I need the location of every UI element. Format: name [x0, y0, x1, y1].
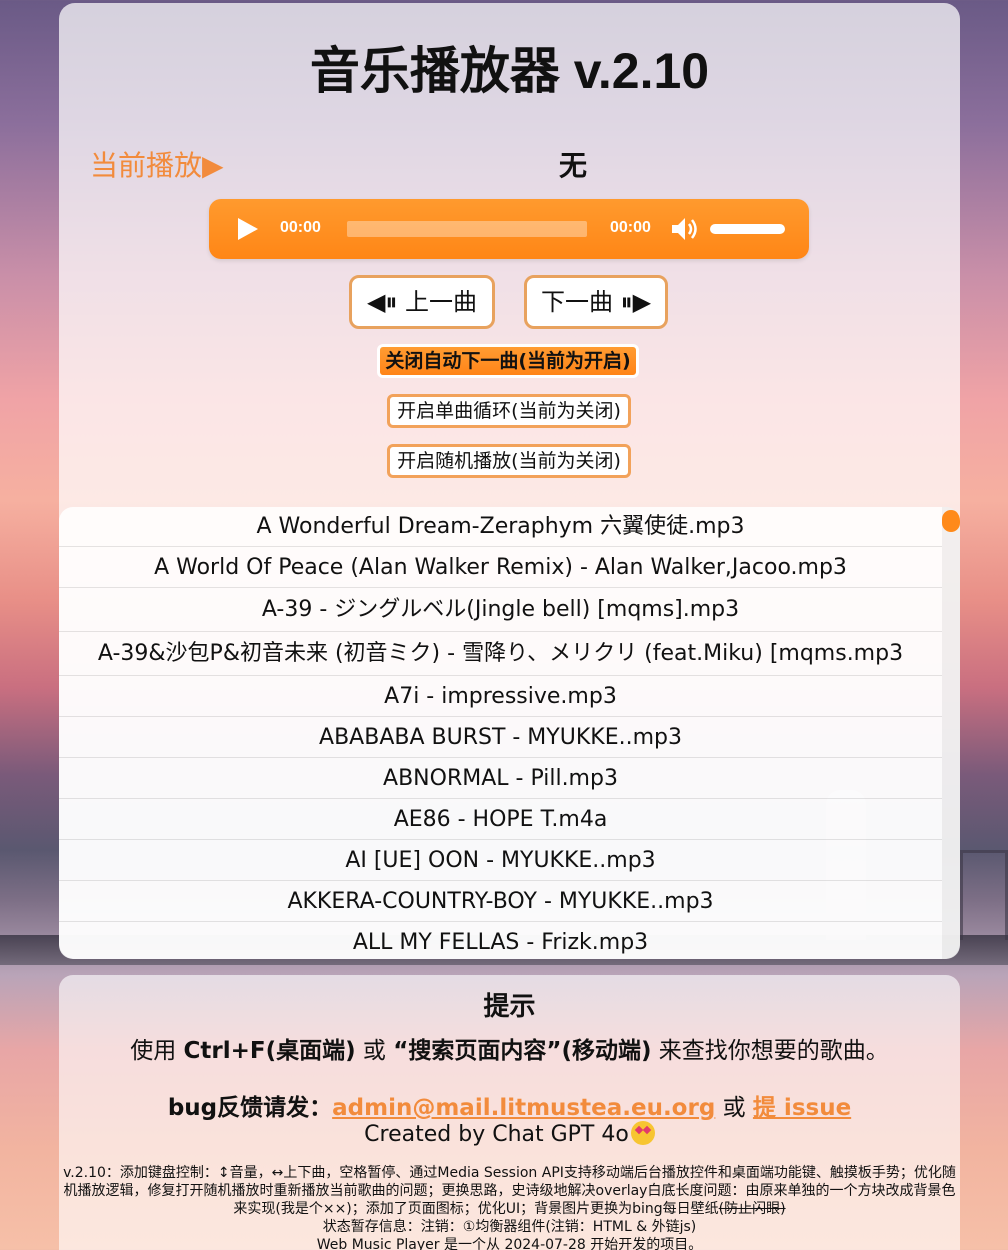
changelog-text: v.2.10：添加键盘控制：↕音量，↔上下曲，空格暂停、通过Media Sess… — [63, 1165, 956, 1217]
tips-card: 提示 使用 Ctrl+F(桌面端) 或 “搜索页面内容”(移动端) 来查找你想要… — [59, 975, 960, 1250]
changelog-strike: (防止闪眼) — [718, 1201, 786, 1217]
credits: Created by Chat GPT 4o — [59, 1121, 960, 1147]
list-item[interactable]: A Wonderful Dream-Zeraphym 六翼使徒.mp3 — [59, 507, 942, 547]
playlist-scrollbar[interactable] — [942, 507, 960, 959]
next-button[interactable]: 下一曲 ⏸▶ — [524, 275, 668, 329]
list-item[interactable]: AI [UE] OON - MYUKKE..mp3 — [59, 840, 942, 881]
duration: 00:00 — [610, 219, 651, 236]
list-item[interactable]: A-39&沙包P&初音未来 (初音ミク) - 雪降り、メリクリ (feat.Mi… — [59, 632, 942, 676]
list-item[interactable]: A World Of Peace (Alan Walker Remix) - A… — [59, 547, 942, 588]
tips-title: 提示 — [483, 992, 536, 1022]
list-item[interactable]: ALL MY FELLAS - Frizk.mp3 — [59, 922, 942, 959]
search-tip-or: 或 — [355, 1038, 394, 1064]
loop-toggle[interactable]: 开启单曲循环(当前为关闭) — [387, 394, 631, 428]
bug-email-link[interactable]: admin@mail.litmustea.eu.org — [332, 1095, 715, 1121]
list-item[interactable]: AE86 - HOPE T.m4a — [59, 799, 942, 840]
prev-button[interactable]: ◀⏸ 上一曲 — [349, 275, 495, 329]
search-key-desktop: Ctrl+F(桌面端) — [183, 1038, 356, 1064]
shuffle-toggle[interactable]: 开启随机播放(当前为关闭) — [387, 444, 631, 478]
playlist: A Wonderful Dream-Zeraphym 六翼使徒.mp3 A Wo… — [59, 507, 960, 959]
auto-next-toggle[interactable]: 关闭自动下一曲(当前为开启) — [377, 344, 639, 378]
project-origin: Web Music Player 是一个从 2024-07-28 开始开发的项目… — [316, 1237, 703, 1250]
search-key-mobile: “搜索页面内容”(移动端) — [393, 1038, 652, 1064]
list-item[interactable]: A7i - impressive.mp3 — [59, 676, 942, 717]
audio-player: 00:00 00:00 — [209, 199, 809, 259]
page-title: 音乐播放器 v.2.10 — [309, 43, 710, 99]
search-tip-suffix: 来查找你想要的歌曲。 — [651, 1038, 889, 1064]
list-item[interactable]: A-39 - ジングルベル(Jingle bell) [mqms].mp3 — [59, 588, 942, 632]
list-item[interactable]: AKKERA-COUNTRY-BOY - MYUKKE..mp3 — [59, 881, 942, 922]
volume-icon[interactable] — [670, 215, 700, 243]
search-tip: 使用 Ctrl+F(桌面端) 或 “搜索页面内容”(移动端) 来查找你想要的歌曲… — [59, 1031, 960, 1065]
background-tower — [960, 850, 1008, 940]
list-item[interactable]: ABABABA BURST - MYUKKE..mp3 — [59, 717, 942, 758]
credits-text: Created by Chat GPT 4o — [364, 1122, 629, 1147]
now-playing-track: 无 — [558, 149, 587, 182]
current-time: 00:00 — [280, 219, 321, 236]
star-struck-emoji-icon — [630, 1121, 655, 1145]
bug-report-line: bug反馈请发：admin@mail.litmustea.eu.org 或 提 … — [59, 1088, 960, 1122]
volume-slider[interactable] — [710, 224, 785, 234]
progress-bar[interactable] — [347, 221, 587, 237]
changelog: v.2.10：添加键盘控制：↕音量，↔上下曲，空格暂停、通过Media Sess… — [59, 1164, 960, 1250]
list-item[interactable]: ABNORMAL - Pill.mp3 — [59, 758, 942, 799]
search-tip-prefix: 使用 — [130, 1038, 184, 1064]
status-info: 状态暂存信息：注销：①均衡器组件(注销：HTML & 外链js) — [322, 1219, 697, 1235]
bug-or: 或 — [715, 1095, 753, 1121]
bug-report-label: bug反馈请发： — [167, 1095, 333, 1121]
issue-link[interactable]: 提 issue — [753, 1095, 851, 1121]
playlist-items: A Wonderful Dream-Zeraphym 六翼使徒.mp3 A Wo… — [59, 507, 942, 959]
scrollbar-thumb[interactable] — [942, 510, 960, 532]
play-icon[interactable] — [238, 218, 258, 240]
